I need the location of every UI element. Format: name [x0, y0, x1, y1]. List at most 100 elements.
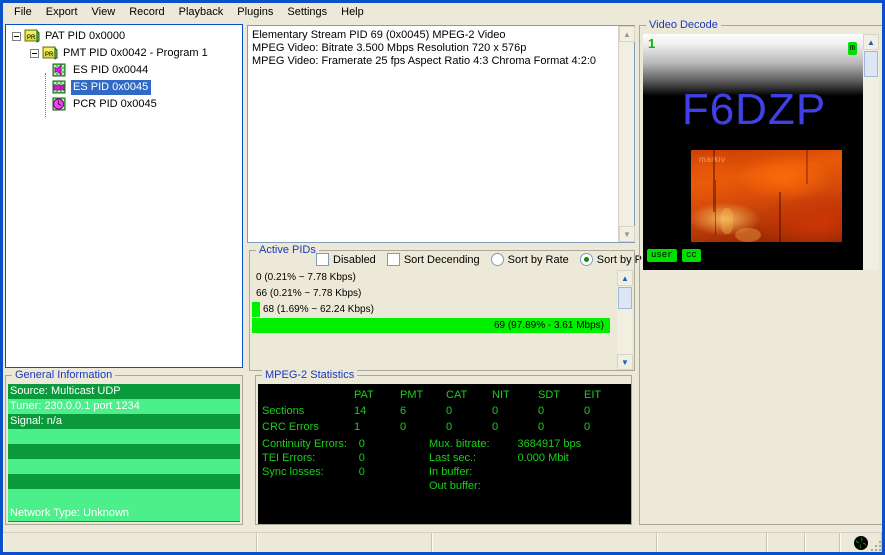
- scroll-up-icon[interactable]: ▲: [617, 270, 633, 286]
- checkbox-box-icon[interactable]: [386, 253, 400, 266]
- cell-value: 0: [446, 421, 453, 433]
- video-decode-panel: Video Decode 1 F6DZP markiv m user cc ▲: [639, 19, 882, 525]
- scroll-thumb[interactable]: [864, 51, 878, 77]
- stream-details-scrollbar[interactable]: ▲ ▼: [618, 26, 635, 242]
- pid-row[interactable]: 0 (0.21% ~ 7.78 Kbps): [252, 270, 634, 285]
- general-info-row: [8, 489, 240, 506]
- program-number-overlay: 1: [648, 36, 656, 51]
- scroll-up-icon[interactable]: ▲: [863, 34, 879, 50]
- menu-item-playback[interactable]: Playback: [172, 4, 231, 21]
- menu-item-help[interactable]: Help: [334, 4, 371, 21]
- video-badge-m[interactable]: m: [847, 42, 857, 55]
- general-info-row: [8, 474, 240, 489]
- counter-value: 0: [358, 452, 365, 464]
- video-badge-user[interactable]: user: [647, 249, 677, 262]
- status-bar: [3, 532, 882, 552]
- video-decode-scrollbar[interactable]: ▲: [863, 34, 879, 270]
- tree-node-label: PCR PID 0x0045: [73, 98, 157, 110]
- counter-row: Out buffer:: [262, 479, 627, 493]
- general-info-row: Signal: n/a: [8, 414, 240, 429]
- general-info-row: [8, 429, 240, 444]
- menu-item-file[interactable]: File: [7, 4, 39, 21]
- menu-item-record[interactable]: Record: [122, 4, 171, 21]
- checkbox-box-icon[interactable]: [316, 253, 329, 266]
- scroll-down-icon[interactable]: ▼: [619, 226, 635, 242]
- tree-node-label: PMT PID 0x0042 - Program 1: [63, 47, 208, 59]
- pid-row[interactable]: 68 (1.69% ~ 62.24 Kbps): [252, 302, 634, 317]
- pmt-table-icon: PR: [42, 46, 58, 61]
- checkbox-disabled[interactable]: Disabled: [316, 253, 376, 266]
- table-header-row: PAT PMT CAT NIT SDT EIT: [262, 388, 630, 404]
- radio-circle-icon[interactable]: [490, 253, 504, 266]
- tree-node-es-0x0045[interactable]: ES PID 0x0045: [6, 79, 242, 96]
- pid-row-label: 0 (0.21% ~ 7.78 Kbps): [256, 272, 356, 283]
- scroll-thumb[interactable]: [618, 287, 632, 309]
- stream-tree-panel[interactable]: PR PAT PID 0x0000 PR PMT PID 0x0042 - Pr…: [5, 24, 243, 368]
- status-cell-4: [657, 533, 767, 552]
- counter-label: Last sec.:: [428, 452, 477, 464]
- stream-details-text: Elementary Stream PID 69 (0x0045) MPEG-2…: [252, 29, 597, 67]
- radio-sort-by-rate[interactable]: Sort by Rate: [490, 253, 569, 266]
- menu-bar: File Export View Record Playback Plugins…: [3, 3, 882, 22]
- video-decode-title: Video Decode: [646, 19, 721, 31]
- menu-item-plugins[interactable]: Plugins: [230, 4, 280, 21]
- tree-expander-pat[interactable]: [12, 32, 21, 41]
- active-pids-list[interactable]: 0 (0.21% ~ 7.78 Kbps) 66 (0.21% ~ 7.78 K…: [252, 270, 634, 370]
- checkbox-sort-decending[interactable]: Sort Decending: [386, 253, 480, 266]
- menu-item-view[interactable]: View: [85, 4, 123, 21]
- tree-node-es-0x0044[interactable]: ES PID 0x0044: [6, 62, 242, 79]
- mpeg2-statistics-display: PAT PMT CAT NIT SDT EIT Sections 14 6 0 …: [258, 384, 631, 524]
- active-pids-panel: Active PIDs Disabled Sort Decending Sort…: [249, 244, 653, 371]
- tree-node-pmt[interactable]: PR PMT PID 0x0042 - Program 1: [6, 45, 242, 62]
- counter-label: In buffer:: [428, 466, 473, 478]
- stream-details-box: Elementary Stream PID 69 (0x0045) MPEG-2…: [247, 25, 635, 243]
- col-head-pat: PAT: [354, 389, 374, 401]
- callsign-overlay: F6DZP: [681, 85, 827, 134]
- counter-value: 3684917 bps: [517, 438, 582, 450]
- video-badge-cc[interactable]: cc: [682, 249, 701, 262]
- video-stream-icon: [52, 80, 68, 95]
- pid-row[interactable]: 69 (97.89% - 3.61 Mbps): [252, 318, 634, 333]
- video-preview[interactable]: 1 F6DZP markiv m user cc: [643, 34, 865, 270]
- row-label: Sections: [262, 405, 305, 417]
- pat-table-icon: PR: [24, 29, 40, 44]
- tree-node-pcr-0x0045[interactable]: PCR PID 0x0045: [6, 96, 242, 113]
- col-head-blank: [262, 388, 354, 404]
- menu-item-settings[interactable]: Settings: [280, 4, 334, 21]
- cell-value: 0: [446, 405, 453, 417]
- svg-text:PR: PR: [27, 35, 36, 41]
- counter-row: Continuity Errors: 0 Mux. bitrate: 36849…: [262, 437, 627, 451]
- status-cell-2: [257, 533, 432, 552]
- scroll-up-icon[interactable]: ▲: [619, 26, 635, 42]
- general-info-row: [8, 444, 240, 459]
- tree-node-label: ES PID 0x0044: [73, 64, 149, 76]
- pid-row-label: 66 (0.21% ~ 7.78 Kbps): [256, 288, 362, 299]
- general-info-row: [8, 459, 240, 474]
- general-info-row: Tuner: 230.0.0.1 port 1234: [8, 399, 240, 414]
- scroll-down-icon[interactable]: ▼: [617, 354, 633, 370]
- tree-node-pat[interactable]: PR PAT PID 0x0000: [6, 28, 242, 45]
- table-row: CRC Errors 1 0 0 0 0 0: [262, 420, 630, 436]
- pid-row[interactable]: 66 (0.21% ~ 7.78 Kbps): [252, 286, 634, 301]
- counter-value: 0.000 Mbit: [517, 452, 569, 464]
- video-inner-frame: markiv: [691, 150, 842, 242]
- cell-value: 14: [354, 405, 367, 417]
- pid-row-label: 69 (97.89% - 3.61 Mbps): [493, 320, 604, 331]
- application-window: File Export View Record Playback Plugins…: [0, 0, 885, 555]
- counter-value: [518, 465, 628, 479]
- resize-grip[interactable]: [869, 539, 881, 551]
- tree-expander-pmt[interactable]: [30, 49, 39, 58]
- pid-row-label: 68 (1.69% ~ 62.24 Kbps): [263, 304, 374, 315]
- counter-row: TEI Errors: 0 Last sec.: 0.000 Mbit: [262, 451, 627, 465]
- app-logo-icon: [853, 535, 869, 551]
- status-cell-6: [805, 533, 840, 552]
- radio-circle-icon[interactable]: [579, 253, 593, 266]
- menu-item-export[interactable]: Export: [39, 4, 85, 21]
- active-pids-scrollbar[interactable]: ▲ ▼: [617, 270, 633, 370]
- col-head-sdt: SDT: [538, 389, 560, 401]
- checkbox-label: Disabled: [333, 253, 376, 266]
- counter-label: Mux. bitrate:: [428, 438, 490, 450]
- counter-label: Out buffer:: [428, 480, 481, 492]
- cell-value: 0: [400, 421, 407, 433]
- general-info-row: Network Type: Unknown: [8, 506, 240, 521]
